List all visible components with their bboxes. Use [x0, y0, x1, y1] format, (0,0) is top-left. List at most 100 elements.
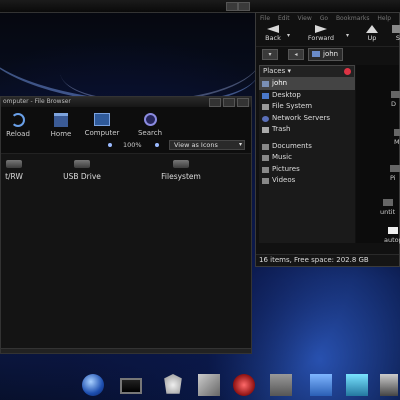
folder-icon [391, 91, 400, 98]
reload-icon [11, 113, 25, 127]
menu-help[interactable]: Help [377, 15, 391, 22]
stop-button[interactable]: S [392, 25, 400, 42]
drive-icon [262, 104, 269, 110]
sidebar-item-trash[interactable]: Trash [259, 124, 355, 136]
sidebar-item-desktop[interactable]: Desktop [259, 90, 355, 102]
up-button[interactable]: Up [364, 25, 380, 42]
search-button[interactable]: Search [135, 113, 165, 137]
home-icon [54, 113, 68, 127]
sidebar-item-label: Pictures [272, 164, 300, 173]
menu-bookmarks[interactable]: Bookmarks [336, 15, 370, 22]
sidebar-item-john[interactable]: john [259, 78, 355, 90]
folder-icon [390, 165, 400, 172]
sidebar-item-label: File System [272, 102, 313, 110]
menu-go[interactable]: Go [320, 15, 328, 22]
sidebar-item-label: Documents [272, 141, 312, 150]
chevron-down-icon: ▾ [238, 141, 242, 148]
file-item[interactable]: Pi [390, 165, 400, 182]
reload-button[interactable]: Reload [5, 113, 31, 138]
desktop: omputer - File Browser Reload Home Compu… [0, 0, 400, 400]
drive-item[interactable]: Filesystem [146, 160, 216, 181]
zoom-in-icon[interactable] [155, 143, 159, 147]
status-text: 16 items, Free space: 202.8 GB [259, 256, 369, 264]
teal-icon[interactable] [346, 374, 368, 396]
sidebar-item-pictures[interactable]: Pictures [259, 164, 355, 176]
gnu-icon[interactable] [164, 374, 182, 394]
zoom-level: 100% [123, 141, 142, 149]
stop-label: S [395, 34, 400, 42]
home-button[interactable]: Home [47, 113, 75, 138]
window-titlebar[interactable]: omputer - File Browser [1, 97, 251, 107]
red-disc-icon[interactable] [233, 374, 255, 396]
reload-label: Reload [6, 130, 30, 138]
desktop-icon [262, 92, 269, 99]
drive-label: t/RW [5, 172, 23, 181]
file-item[interactable]: untit [380, 199, 395, 216]
back-button[interactable]: Back [262, 25, 284, 42]
horizontal-scrollbar[interactable] [1, 348, 251, 353]
forward-label: Forward [307, 34, 335, 42]
blue-orb-icon[interactable] [82, 374, 104, 396]
network-icon [262, 115, 269, 122]
zoom-out-icon[interactable] [108, 143, 112, 147]
sidebar-item-file-system[interactable]: File System [259, 101, 355, 113]
places-header[interactable]: Places ▾ [259, 65, 355, 78]
up-arrow-icon [366, 25, 378, 33]
panel-button-2[interactable] [238, 2, 250, 11]
back-arrow-icon [267, 25, 279, 33]
view-as-select[interactable]: View as Icons ▾ [169, 140, 245, 150]
sidebar-item-label: Music [272, 153, 292, 161]
menu-view[interactable]: View [298, 15, 312, 22]
dock [70, 372, 400, 400]
close-button[interactable] [237, 98, 249, 107]
home-icon [262, 81, 269, 87]
folder-contents: D M Pi untit autop [356, 65, 400, 244]
computer-icon [94, 113, 110, 126]
sidebar-item-network-servers[interactable]: Network Servers [259, 113, 355, 125]
app-icon[interactable] [380, 374, 398, 396]
forward-button[interactable]: Forward [304, 25, 338, 42]
search-label: Search [137, 129, 163, 137]
sidebar-item-label: Videos [272, 176, 296, 184]
stop-icon [392, 25, 400, 33]
minimize-button[interactable] [209, 98, 221, 107]
folder-icon [262, 166, 269, 173]
path-scroll-left-button[interactable]: ◂ [288, 49, 304, 60]
toolbar: Reload Home Computer Search 100% View as… [1, 107, 251, 154]
file-item[interactable]: autop [384, 227, 400, 244]
view-as-value: View as Icons [174, 141, 218, 149]
maximize-button[interactable] [223, 98, 235, 107]
file-item[interactable]: M [394, 129, 400, 146]
computer-button[interactable]: Computer [81, 113, 123, 137]
places-title: Places ▾ [263, 67, 291, 75]
drive-label: Filesystem [161, 172, 201, 181]
trash-icon [262, 127, 269, 133]
back-history-dropdown[interactable]: ▾ [287, 32, 290, 39]
navigation-toolbar: Back ▾ Forward ▾ Up S [256, 24, 400, 47]
search-icon [143, 113, 157, 126]
close-sidebar-icon[interactable] [344, 68, 351, 75]
drive-item[interactable]: t/RW [0, 160, 49, 181]
panel-button-1[interactable] [226, 2, 238, 11]
monitor-icon[interactable] [120, 378, 142, 394]
sidebar-item-music[interactable]: Music [259, 152, 355, 164]
menu-file[interactable]: File [260, 15, 270, 22]
computer-label: Computer [84, 129, 120, 137]
text-editor-icon[interactable] [270, 374, 292, 396]
sidebar-item-documents[interactable]: Documents [259, 141, 355, 153]
file-item[interactable]: D [391, 91, 400, 108]
window-title: omputer - File Browser [3, 98, 71, 105]
forward-history-dropdown[interactable]: ▾ [346, 32, 349, 39]
file-label: D [391, 100, 397, 108]
folder-icon [262, 155, 269, 161]
toggle-location-button[interactable]: ▾ [262, 49, 278, 60]
sidebar-item-videos[interactable]: Videos [259, 175, 355, 187]
path-label: john [323, 50, 339, 58]
drive-label: USB Drive [63, 172, 101, 181]
files-icon[interactable] [198, 374, 220, 396]
sidebar-item-label: Desktop [272, 90, 301, 99]
blue-box-icon[interactable] [310, 374, 332, 396]
drive-item[interactable]: USB Drive [47, 160, 117, 181]
path-button-home[interactable]: john [308, 48, 344, 61]
menu-edit[interactable]: Edit [278, 15, 290, 22]
